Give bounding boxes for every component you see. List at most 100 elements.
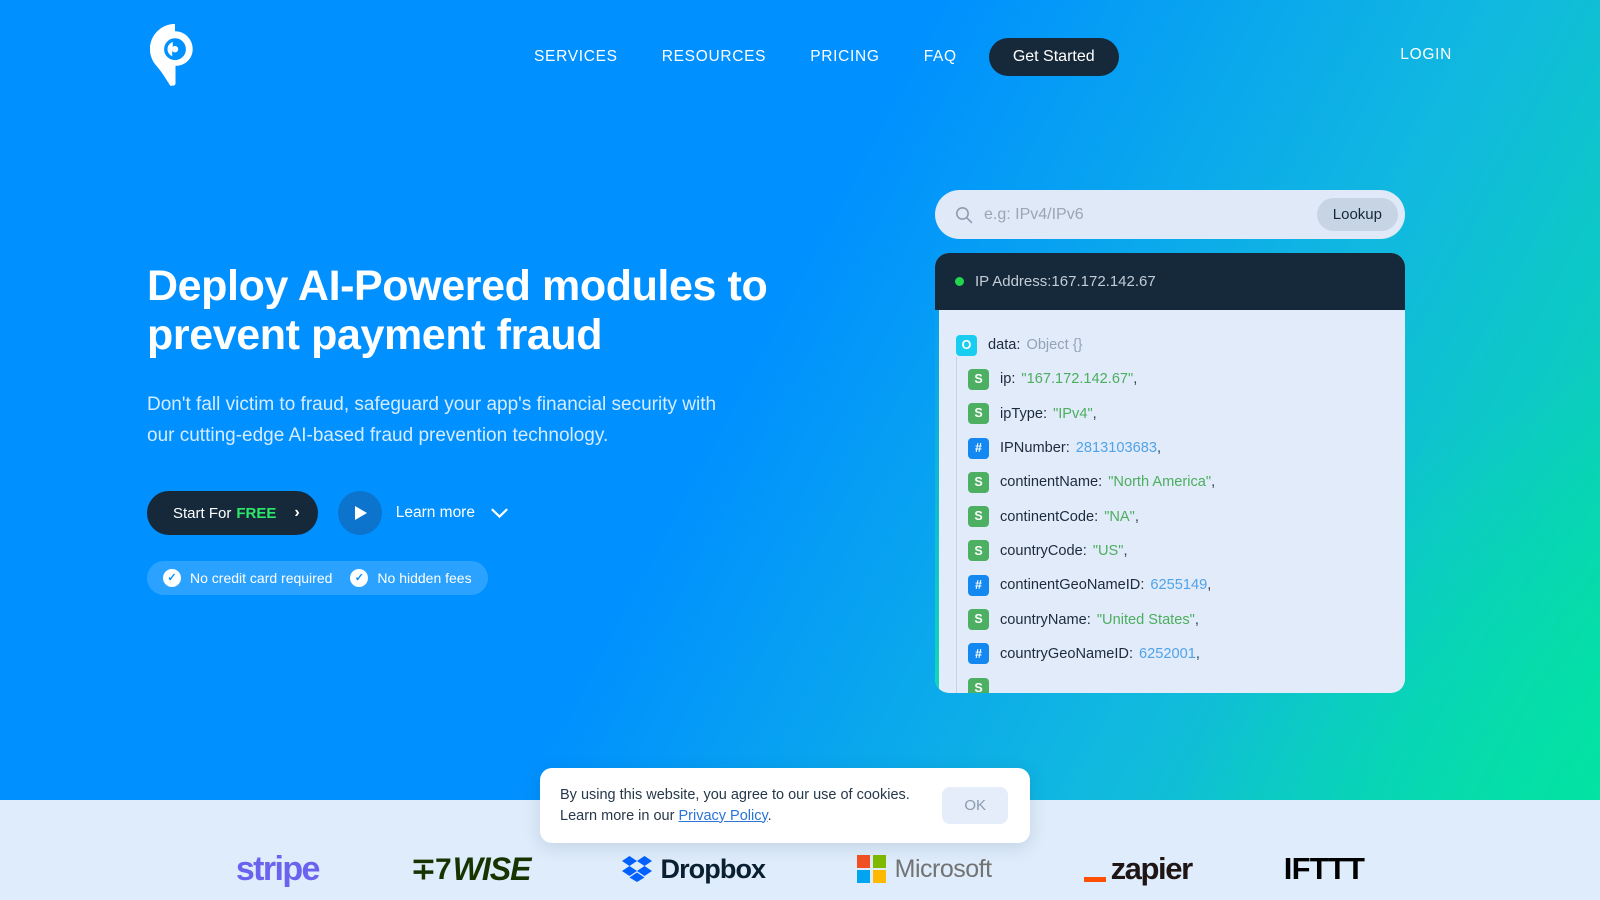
json-colon: : xyxy=(1140,577,1145,594)
badge-no-credit-card: ✓ No credit card required xyxy=(163,569,332,587)
cookie-line-1: By using this website, you agree to our … xyxy=(560,786,910,803)
json-type-badge: # xyxy=(968,574,989,596)
json-value: "NA" xyxy=(1104,508,1135,525)
json-key: continentCode xyxy=(1000,508,1095,525)
microsoft-logo-text: Microsoft xyxy=(894,854,992,883)
json-type-badge: S xyxy=(968,609,989,631)
get-started-button[interactable]: Get Started xyxy=(988,38,1119,76)
json-colon: : xyxy=(1082,542,1087,559)
json-colon: : xyxy=(1016,337,1021,354)
json-value: "167.172.142.67" xyxy=(1021,371,1134,388)
json-row: ScountryCode: "US", xyxy=(935,528,1405,570)
page-title: Deploy AI-Powered modules to prevent pay… xyxy=(147,262,768,359)
status-dot-online-icon xyxy=(955,277,964,286)
zapier-mark-icon xyxy=(1083,877,1106,882)
json-value: 6255149 xyxy=(1150,577,1208,594)
json-value: "US" xyxy=(1092,542,1124,559)
nav-item-resources[interactable]: RESOURCES xyxy=(662,48,766,66)
search-input[interactable] xyxy=(984,205,1317,224)
json-row: # countryGeoNameID:6252001, xyxy=(935,631,1405,672)
location-pin-logo[interactable] xyxy=(150,24,200,86)
result-header-text: IP Address:167.172.142.67 xyxy=(975,273,1156,290)
json-row: ScountryName: "United States", xyxy=(935,597,1405,638)
json-key: ipType xyxy=(1000,405,1043,422)
chevron-down-icon xyxy=(491,508,508,518)
partner-logo-microsoft: Microsoft xyxy=(857,849,992,889)
json-comma: , xyxy=(1123,542,1128,559)
cookie-line-2: Learn more in our Privacy Policy. xyxy=(560,807,772,824)
cookie-message: By using this website, you agree to our … xyxy=(560,785,910,827)
json-type-badge: # xyxy=(968,437,989,459)
start-for-free-button[interactable]: Start For FREE › xyxy=(147,491,318,535)
hero-subtitle: Don't fall victim to fraud, safeguard yo… xyxy=(147,394,717,446)
nav-links: SERVICES RESOURCES PRICING FAQ Get Start… xyxy=(534,38,1119,76)
lookup-result-card: IP Address:167.172.142.67 Odata: Object {… xyxy=(935,253,1405,693)
json-row: SipType: "IPv4", xyxy=(935,391,1405,432)
learn-more-toggle[interactable]: Learn more xyxy=(396,504,508,522)
json-type-badge: S xyxy=(968,677,989,693)
play-video-button[interactable] xyxy=(337,491,382,535)
cookie-ok-button[interactable]: OK xyxy=(942,787,1008,824)
json-key: continentGeoNameID xyxy=(1000,577,1141,594)
json-row: ScontinentCode: "NA", xyxy=(935,494,1405,535)
partner-logo-wise: ∓7 WISE xyxy=(410,849,532,889)
free-highlight: FREE xyxy=(236,504,277,522)
result-header: IP Address:167.172.142.67 xyxy=(935,253,1405,310)
json-row: # continentGeoNameID:6255149, xyxy=(935,563,1405,604)
json-type-badge: S xyxy=(968,506,989,528)
json-colon: : xyxy=(1098,474,1103,491)
json-colon: : xyxy=(1086,611,1091,628)
login-link[interactable]: LOGIN xyxy=(1400,46,1452,64)
json-type-badge: # xyxy=(968,643,989,665)
lookup-button[interactable]: Lookup xyxy=(1316,198,1398,231)
json-type-badge: S xyxy=(968,368,989,390)
stripe-logo: stripe xyxy=(235,849,321,888)
microsoft-mark-icon xyxy=(857,854,886,884)
nav-item-faq[interactable]: FAQ xyxy=(924,48,957,66)
privacy-policy-link[interactable]: Privacy Policy xyxy=(678,808,767,824)
search-icon xyxy=(956,206,973,223)
json-row: # IPNumber:2813103683, xyxy=(935,425,1405,467)
json-type-badge: O xyxy=(956,334,977,356)
json-type-badge: S xyxy=(968,471,989,493)
json-key: countryCode xyxy=(1000,542,1083,559)
json-value: "North America" xyxy=(1108,474,1212,491)
json-row: S xyxy=(935,665,1405,693)
ifttt-logo-text: IFTTT xyxy=(1283,851,1365,886)
json-row: Odata: Object {} xyxy=(935,328,1405,362)
cookie-consent-banner: By using this website, you agree to our … xyxy=(540,768,1030,843)
search-bar: Lookup xyxy=(935,190,1405,239)
page-root: SERVICES RESOURCES PRICING FAQ Get Start… xyxy=(0,0,1600,900)
json-comma: , xyxy=(1211,474,1216,491)
json-key: data xyxy=(988,337,1017,354)
json-value: Object {} xyxy=(1026,337,1083,354)
learn-more-label: Learn more xyxy=(395,504,475,521)
json-rows: Odata: Object {} Sip: "167.172.142.67", SipT… xyxy=(935,328,1405,693)
json-type-badge: S xyxy=(968,403,989,425)
play-icon xyxy=(355,506,368,520)
json-comma: , xyxy=(1207,577,1212,594)
json-comma: , xyxy=(1133,371,1138,388)
chevron-right-icon: › xyxy=(294,504,300,521)
nav-item-services[interactable]: SERVICES xyxy=(534,48,618,66)
json-key: countryGeoNameID xyxy=(1000,645,1129,662)
json-colon: : xyxy=(1094,508,1099,525)
json-key: continentName xyxy=(1000,474,1099,491)
json-colon: : xyxy=(1128,645,1134,662)
zapier-logo-text: zapier xyxy=(1110,851,1194,886)
check-circle-icon: ✓ xyxy=(350,569,369,587)
json-colon: : xyxy=(1065,440,1070,457)
partner-logo-stripe: stripe xyxy=(235,849,321,889)
check-circle-icon: ✓ xyxy=(163,569,181,587)
partner-logo-ifttt: IFTTT xyxy=(1283,849,1365,889)
wise-logo: ∓7 WISE xyxy=(410,850,532,887)
hero-badges: ✓ No credit card required ✓ No hidden fe… xyxy=(147,561,488,595)
json-colon: : xyxy=(1011,371,1016,388)
json-comma: , xyxy=(1194,611,1199,628)
nav-item-pricing[interactable]: PRICING xyxy=(810,48,880,66)
json-row: Sip: "167.172.142.67", xyxy=(935,357,1405,398)
json-viewer[interactable]: Odata: Object {} Sip: "167.172.142.67", SipT… xyxy=(935,310,1405,693)
json-value: "IPv4" xyxy=(1053,405,1093,422)
start-for-free-label: Start For FREE xyxy=(173,504,277,522)
badge-label: No hidden fees xyxy=(377,570,472,586)
